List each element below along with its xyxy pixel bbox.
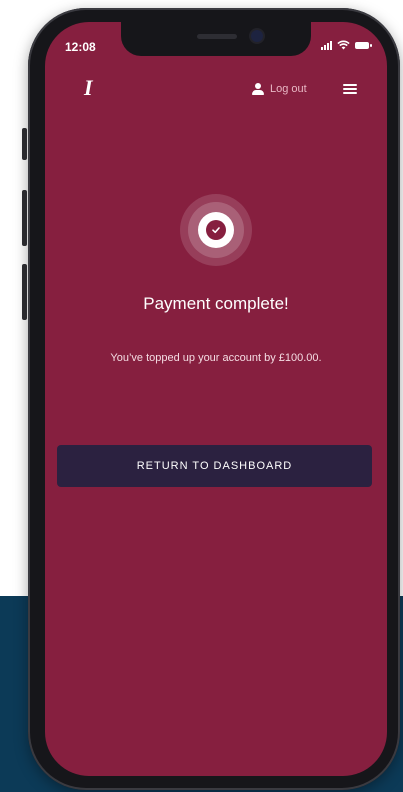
brand-logo[interactable]: I: [84, 75, 93, 101]
side-button-volume-down: [22, 264, 27, 320]
user-icon: [252, 83, 264, 95]
side-button-mute: [22, 128, 27, 160]
confirmation-message: You’ve topped up your account by £100.00…: [110, 352, 322, 364]
logout-label: Log out: [270, 83, 307, 95]
confirmation-title: Payment complete!: [143, 294, 289, 313]
return-to-dashboard-button[interactable]: RETURN TO DASHBOARD: [57, 445, 372, 487]
wifi-icon: [337, 40, 350, 50]
logout-link[interactable]: Log out: [252, 83, 307, 95]
battery-icon: [355, 41, 372, 49]
check-circle-icon: [206, 220, 226, 240]
payment-success-indicator: [180, 194, 252, 266]
side-button-volume-up: [22, 190, 27, 246]
signal-icon: [321, 40, 332, 50]
front-camera: [251, 30, 263, 42]
app-screen: 12:08 I Log out Payment complete! You’ve…: [45, 22, 387, 776]
status-time: 12:08: [65, 40, 96, 54]
speaker-grille: [197, 34, 237, 39]
status-icons: [321, 40, 372, 50]
success-ring-core: [198, 212, 234, 248]
phone-notch: [121, 22, 311, 56]
hamburger-menu-icon[interactable]: [343, 84, 357, 94]
